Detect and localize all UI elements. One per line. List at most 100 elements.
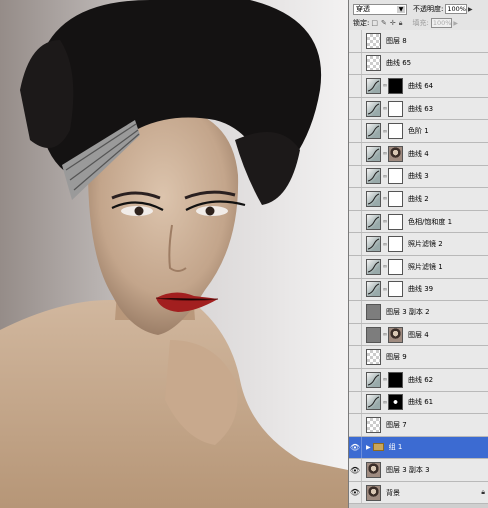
blend-mode-select[interactable]: 穿透 ▼ — [353, 3, 407, 15]
curves-adjustment-icon[interactable] — [366, 190, 381, 207]
layer-mask-thumbnail[interactable] — [388, 213, 403, 230]
visibility-toggle[interactable] — [349, 414, 362, 436]
layer-row[interactable]: 图层 9 — [349, 346, 488, 369]
layer-row[interactable]: 👁︎ 图层 3 副本 3 — [349, 459, 488, 482]
visibility-toggle[interactable] — [349, 301, 362, 323]
lock-all-icon[interactable]: 🔒︎ — [399, 19, 403, 28]
expand-triangle-icon[interactable]: ▶ — [366, 444, 371, 451]
layer-row[interactable]: ∞ 曲线 4 — [349, 142, 488, 166]
layer-name: 背景 — [386, 488, 400, 497]
layer-mask-thumbnail[interactable] — [388, 123, 403, 140]
layer-mask-thumbnail[interactable] — [388, 394, 403, 411]
layer-row[interactable]: ∞ 照片滤镜 2 — [349, 233, 488, 256]
layer-thumbnail[interactable] — [366, 326, 381, 343]
visibility-toggle[interactable] — [349, 278, 362, 301]
visibility-toggle[interactable] — [349, 75, 362, 97]
visibility-toggle[interactable] — [349, 52, 362, 75]
layer-row[interactable]: ∞ 曲线 64 — [349, 75, 488, 98]
eye-icon[interactable]: 👁︎ — [349, 459, 362, 481]
blend-opacity-row: 穿透 ▼ 不透明度: 100% ▶ — [349, 2, 488, 16]
layer-thumbnail[interactable] — [366, 349, 381, 366]
layer-row[interactable]: ∞ 曲线 39 — [349, 278, 488, 302]
lock-transparent-icon[interactable]: □ — [371, 19, 378, 28]
layer-thumbnail[interactable] — [366, 484, 381, 501]
layer-mask-thumbnail[interactable] — [388, 326, 403, 343]
chevron-down-icon: ▼ — [397, 5, 405, 13]
layer-mask-thumbnail[interactable] — [388, 258, 403, 275]
visibility-toggle[interactable] — [349, 210, 362, 233]
curves-adjustment-icon[interactable] — [366, 281, 381, 298]
curves-adjustment-icon[interactable] — [366, 100, 381, 117]
layer-list: 图层 8 曲线 65 ∞ 曲线 64 ∞ 曲线 63 ∞ 色阶 1 ∞ 曲线 4 ∞ 曲线 3 ∞ 曲线 … — [349, 30, 488, 505]
layer-name: 组 1 — [388, 443, 403, 452]
layer-thumbnail[interactable] — [366, 416, 381, 433]
curves-adjustment-icon[interactable] — [366, 77, 381, 94]
curves-adjustment-icon[interactable] — [366, 258, 381, 275]
layer-row[interactable]: 👁︎ ▶ 组 1 — [349, 436, 488, 460]
layer-row[interactable]: ∞ 曲线 63 — [349, 97, 488, 121]
layer-thumbnail[interactable] — [366, 55, 381, 72]
layer-row[interactable]: 👁︎ 背景 🔒︎ — [349, 481, 488, 505]
layer-row[interactable]: ∞ 曲线 3 — [349, 165, 488, 189]
curves-adjustment-icon[interactable] — [366, 168, 381, 185]
layer-mask-thumbnail[interactable] — [388, 168, 403, 185]
fill-arrow-icon[interactable]: ▶ — [453, 20, 458, 27]
opacity-arrow-icon[interactable]: ▶ — [468, 6, 473, 13]
layer-name: 曲线 4 — [408, 149, 429, 158]
layer-row[interactable]: ∞ 图层 4 — [349, 323, 488, 347]
visibility-toggle[interactable] — [349, 323, 362, 346]
layer-row[interactable]: ∞ 色相/饱和度 1 — [349, 210, 488, 234]
visibility-toggle[interactable] — [349, 391, 362, 414]
layer-name: 曲线 39 — [408, 285, 434, 294]
curves-adjustment-icon[interactable] — [366, 236, 381, 253]
lock-label: 锁定: — [353, 19, 370, 27]
curves-adjustment-icon[interactable] — [366, 123, 381, 140]
layer-row[interactable]: ∞ 色阶 1 — [349, 120, 488, 143]
curves-adjustment-icon[interactable] — [366, 213, 381, 230]
layer-thumbnail[interactable] — [366, 462, 381, 479]
layer-row[interactable]: 图层 3 副本 2 — [349, 301, 488, 324]
layer-row[interactable]: ∞ 曲线 62 — [349, 368, 488, 392]
layer-row[interactable]: 图层 7 — [349, 414, 488, 437]
visibility-toggle[interactable] — [349, 120, 362, 142]
visibility-toggle[interactable] — [349, 368, 362, 391]
layer-row[interactable]: ∞ 照片滤镜 1 — [349, 255, 488, 279]
layer-mask-thumbnail[interactable] — [388, 371, 403, 388]
layer-mask-thumbnail[interactable] — [388, 190, 403, 207]
group-folder[interactable]: ▶ — [366, 443, 384, 452]
lock-paint-icon[interactable]: ✎ — [381, 19, 387, 28]
layer-thumbnail[interactable] — [366, 32, 381, 49]
curves-adjustment-icon[interactable] — [366, 145, 381, 162]
layer-row[interactable]: ∞ 曲线 61 — [349, 391, 488, 415]
visibility-toggle[interactable] — [349, 97, 362, 120]
fill-input[interactable]: 100% — [430, 18, 453, 28]
curves-adjustment-icon[interactable] — [366, 371, 381, 388]
layer-mask-thumbnail[interactable] — [388, 77, 403, 94]
visibility-toggle[interactable] — [349, 233, 362, 255]
lock-move-icon[interactable]: ✛ — [390, 19, 396, 28]
fill-label: 填充: — [412, 19, 429, 27]
layer-thumbnail[interactable] — [366, 303, 381, 320]
eye-icon[interactable]: 👁︎ — [349, 481, 362, 504]
opacity-input[interactable]: 100% — [445, 4, 467, 14]
layer-mask-thumbnail[interactable] — [388, 145, 403, 162]
visibility-toggle[interactable] — [349, 142, 362, 165]
visibility-toggle[interactable] — [349, 346, 362, 368]
layer-row[interactable]: 图层 8 — [349, 30, 488, 53]
visibility-toggle[interactable] — [349, 255, 362, 278]
panel-footer — [349, 504, 488, 508]
visibility-toggle[interactable] — [349, 188, 362, 210]
layer-name: 曲线 61 — [408, 398, 434, 407]
visibility-toggle[interactable] — [349, 30, 362, 52]
eye-icon[interactable]: 👁︎ — [349, 436, 362, 459]
curves-adjustment-icon[interactable] — [366, 394, 381, 411]
layer-mask-thumbnail[interactable] — [388, 281, 403, 298]
layer-mask-thumbnail[interactable] — [388, 236, 403, 253]
layer-name: 曲线 3 — [408, 172, 429, 181]
layer-row[interactable]: 曲线 65 — [349, 52, 488, 76]
layer-row[interactable]: ∞ 曲线 2 — [349, 188, 488, 211]
visibility-toggle[interactable] — [349, 165, 362, 188]
layer-mask-thumbnail[interactable] — [388, 100, 403, 117]
photo-canvas[interactable] — [0, 0, 348, 508]
folder-icon — [372, 443, 384, 452]
